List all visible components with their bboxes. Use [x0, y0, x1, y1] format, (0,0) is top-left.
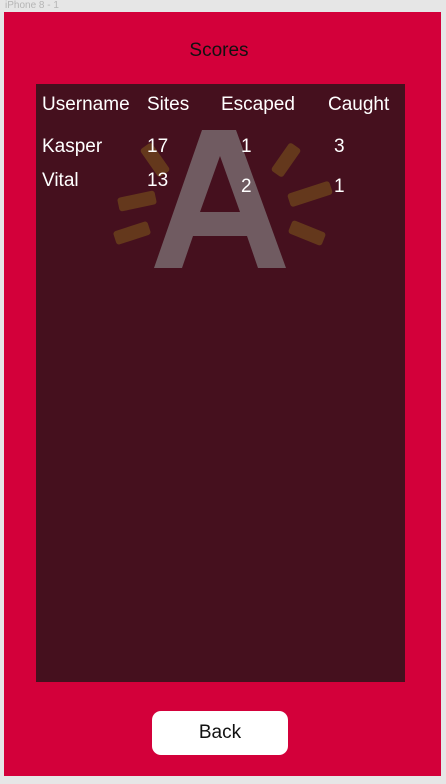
artboard-label: iPhone 8 - 1 [5, 0, 59, 11]
row-1-caught: 3 [334, 136, 345, 157]
row-2-sites: 13 [147, 170, 169, 191]
row-2-caught: 1 [334, 176, 345, 197]
scores-table: Username Sites Escaped Caught Kasper 17 … [36, 84, 405, 682]
page-title: Scores [189, 40, 249, 61]
column-header-escaped: Escaped [221, 94, 295, 115]
column-header-username: Username [42, 94, 130, 115]
row-1-sites: 17 [147, 136, 169, 157]
row-2-escaped: 2 [241, 176, 252, 197]
letter-a-loading-icon [113, 130, 333, 268]
column-header-caught: Caught [328, 94, 390, 115]
row-2-username: Vital [42, 170, 79, 191]
column-header-sites: Sites [147, 94, 190, 115]
row-1-username: Kasper [42, 136, 103, 157]
row-1-escaped: 1 [241, 136, 252, 157]
back-button[interactable]: Back [152, 711, 288, 755]
scores-screen: Scores Username Sites Escaped Caught Kas… [4, 12, 441, 776]
